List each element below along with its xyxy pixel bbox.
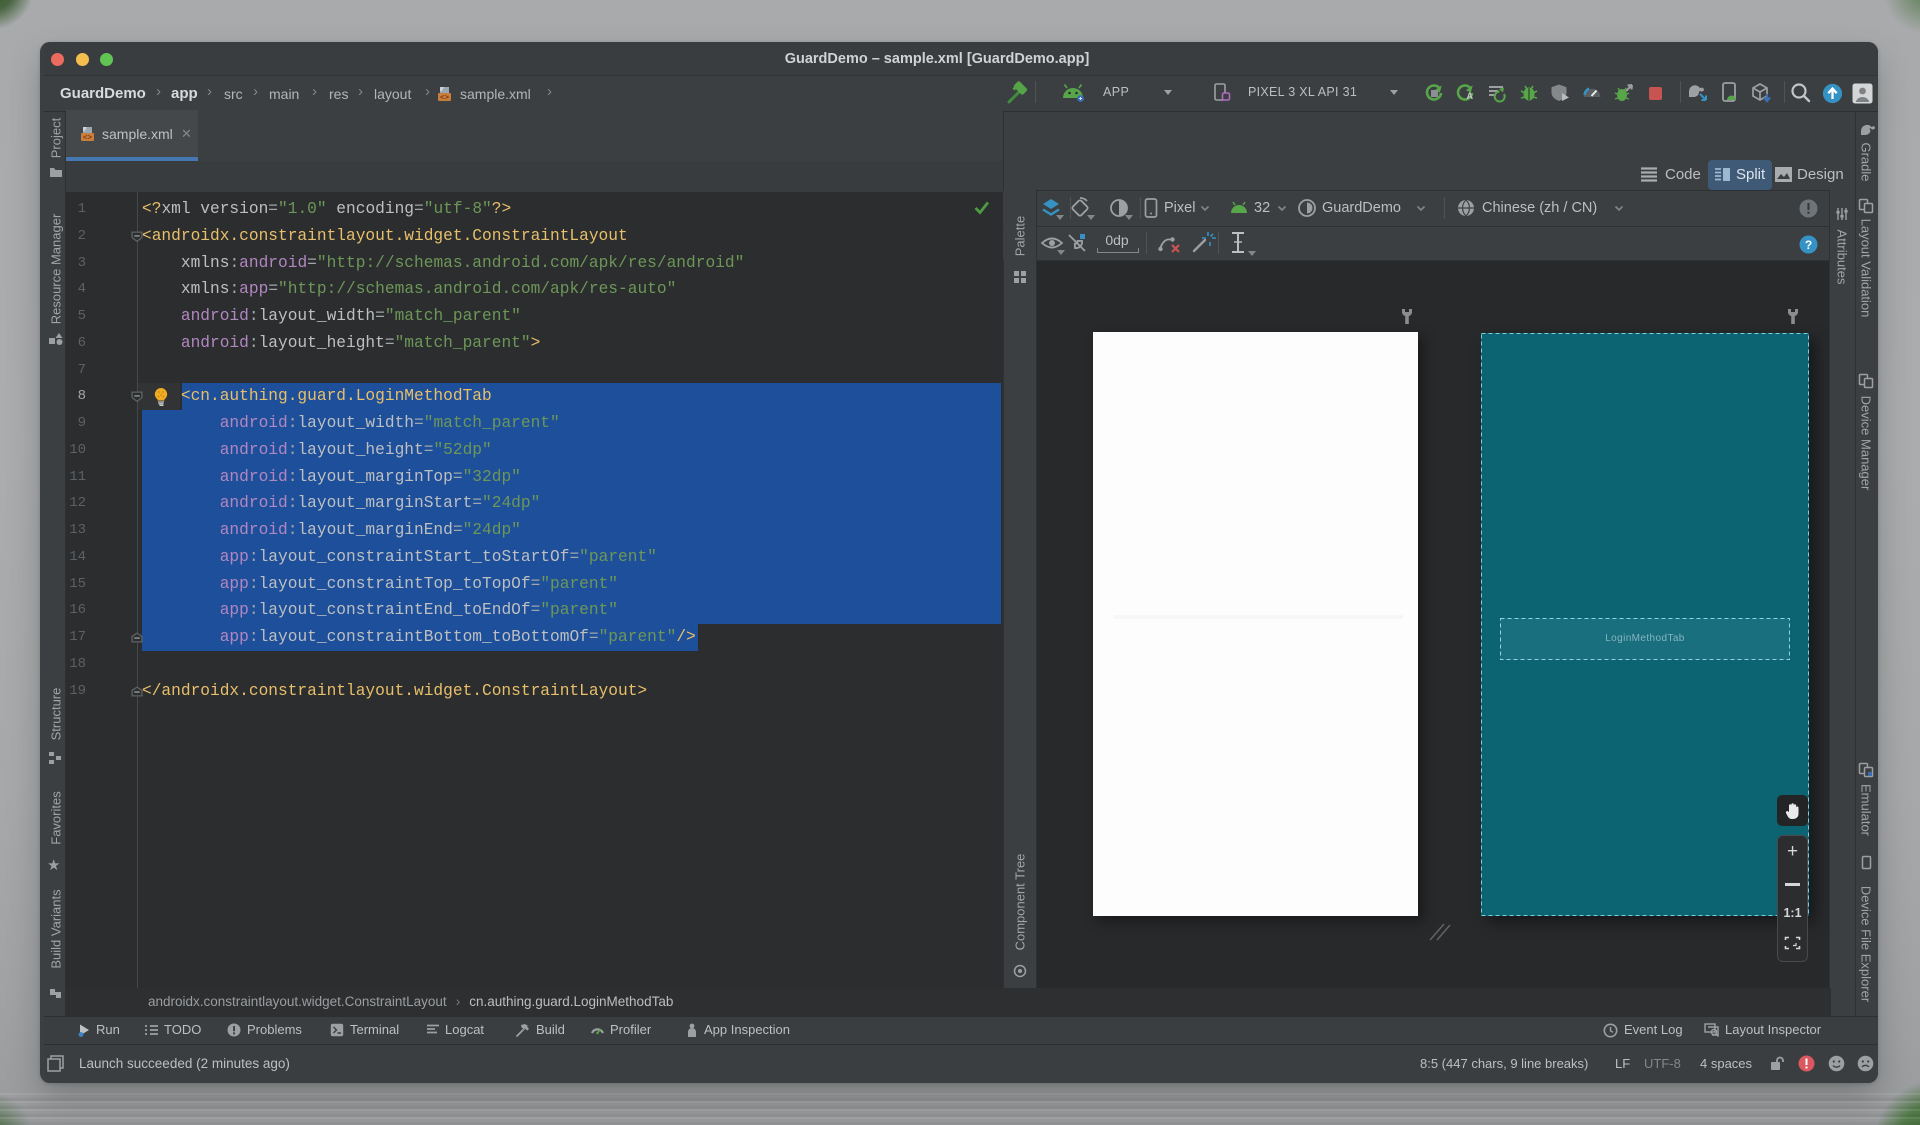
svg-text:<>: <> xyxy=(440,95,450,103)
svg-text:<>: <> xyxy=(83,135,93,143)
svg-text:A: A xyxy=(1467,91,1474,101)
svg-text:?: ? xyxy=(1805,238,1812,252)
